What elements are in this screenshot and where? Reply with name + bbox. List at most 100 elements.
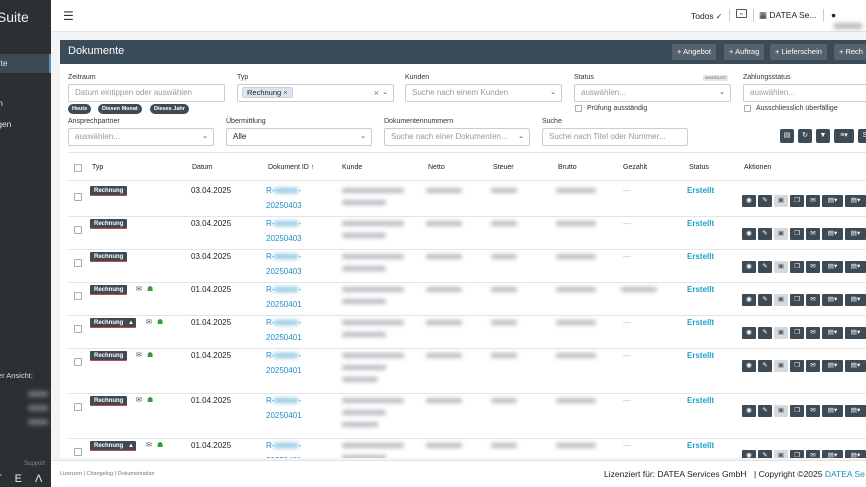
zeitraum-input[interactable]: Datum eintippen oder auswählen (68, 84, 225, 102)
lock-icon[interactable]: ▣ (774, 360, 788, 372)
company-link[interactable]: DATEA Se (825, 469, 865, 479)
new-auftrag-button[interactable]: + Auftrag (724, 44, 765, 60)
document-dropdown-icon[interactable]: ▤▾ (822, 228, 843, 240)
mail-action-icon[interactable]: ✉ (806, 195, 820, 207)
document-id-link[interactable]: R--20250401 (266, 438, 302, 458)
row-checkbox[interactable] (74, 358, 82, 366)
document-dropdown-icon[interactable]: ▤▾ (822, 294, 843, 306)
notification-icon[interactable]: ▪▪ (736, 9, 747, 18)
row-checkbox[interactable] (74, 292, 82, 300)
col-datum[interactable]: Datum (192, 164, 213, 171)
document-dropdown-icon[interactable]: ▤▾ (822, 327, 843, 339)
refresh-icon[interactable]: ↻ (798, 129, 812, 143)
edit-icon[interactable]: ✎ (758, 294, 772, 306)
copy-icon[interactable]: ❐ (790, 327, 804, 339)
mail-action-icon[interactable]: ✉ (806, 294, 820, 306)
document-dropdown-icon[interactable]: ▤▾ (822, 405, 843, 417)
zahlungsstatus-select[interactable]: auswählen... (743, 84, 866, 102)
menu-icon[interactable]: ☰ (63, 9, 74, 23)
document-dropdown-icon[interactable]: ▤▾ (822, 450, 843, 458)
mail-action-icon[interactable]: ✉ (806, 405, 820, 417)
pdf-dropdown-icon[interactable]: ▤▾ (845, 261, 866, 273)
pdf-dropdown-icon[interactable]: ▤▾ (845, 195, 866, 207)
pdf-dropdown-icon[interactable]: ▤▾ (845, 450, 866, 458)
pdf-dropdown-icon[interactable]: ▤▾ (845, 360, 866, 372)
search-input[interactable]: Suche nach Titel oder Nummer... (542, 128, 688, 146)
document-id-link[interactable]: R--20250401 (266, 282, 302, 312)
chip-remove-icon[interactable]: × (283, 88, 287, 97)
new-lieferschein-button[interactable]: + Lieferschein (770, 44, 827, 60)
edit-icon[interactable]: ✎ (758, 261, 772, 273)
col-gezahlt[interactable]: Gezahlt (623, 164, 647, 171)
edit-icon[interactable]: ✎ (758, 195, 772, 207)
user-menu[interactable]: ● (831, 10, 866, 30)
kunden-select[interactable]: Suche nach einem Kunden ⌄ (405, 84, 562, 102)
row-checkbox[interactable] (74, 193, 82, 201)
footer-links[interactable]: Lizenzen | Changelog | Dokumentation (60, 471, 155, 477)
preset-heute[interactable]: Heute (68, 104, 92, 114)
select-all-checkbox[interactable] (74, 164, 82, 172)
row-checkbox[interactable] (74, 403, 82, 411)
ueberfaellig-checkbox[interactable] (744, 105, 751, 112)
edit-icon[interactable]: ✎ (758, 228, 772, 240)
copy-icon[interactable]: ❐ (790, 450, 804, 458)
copy-icon[interactable]: ❐ (790, 294, 804, 306)
document-id-link[interactable]: R- -20250403 (266, 183, 302, 213)
col-status[interactable]: Status (689, 164, 709, 171)
ansprechpartner-select[interactable]: auswählen... ⌄ (68, 128, 214, 146)
lock-icon[interactable]: ▣ (774, 327, 788, 339)
sidebar-item-4[interactable]: llungen (0, 115, 51, 134)
lock-icon[interactable]: ▣ (774, 195, 788, 207)
document-id-link[interactable]: R--20250401 (266, 315, 302, 345)
edit-icon[interactable]: ✎ (758, 327, 772, 339)
col-typ[interactable]: Typ (92, 164, 103, 171)
document-dropdown-icon[interactable]: ▤▾ (822, 360, 843, 372)
col-kunde[interactable]: Kunde (342, 164, 362, 171)
todos-button[interactable]: Todos ✓ (691, 11, 722, 21)
lock-icon[interactable]: ▣ (774, 405, 788, 417)
copy-icon[interactable]: ❐ (790, 228, 804, 240)
edit-icon[interactable]: ✎ (758, 360, 772, 372)
document-id-link[interactable]: R--20250401 (266, 348, 302, 378)
view-icon[interactable]: ◉ (742, 360, 756, 372)
copy-icon[interactable]: ❐ (790, 195, 804, 207)
view-icon[interactable]: ◉ (742, 294, 756, 306)
company-switch[interactable]: ▦ DATEA Se... (759, 10, 817, 21)
document-id-link[interactable]: R--20250401 (266, 393, 302, 423)
document-dropdown-icon[interactable]: ▤▾ (822, 195, 843, 207)
dokumentennummern-select[interactable]: Suche nach einer Dokumenten... ⌄ (384, 128, 530, 146)
document-id-link[interactable]: R- -20250403 (266, 249, 302, 279)
lock-icon[interactable]: ▣ (774, 261, 788, 273)
copy-icon[interactable]: ❐ (790, 261, 804, 273)
new-angebot-button[interactable]: + Angebot (672, 44, 717, 60)
view-icon[interactable]: ◉ (742, 450, 756, 458)
pdf-dropdown-icon[interactable]: ▤▾ (845, 327, 866, 339)
chevron-down-icon[interactable]: ⌄ (382, 85, 388, 101)
col-dokument-id[interactable]: Dokument ID ↑ (268, 164, 314, 171)
edit-icon[interactable]: ✎ (758, 405, 772, 417)
view-icon[interactable]: ◉ (742, 261, 756, 273)
status-select[interactable]: auswählen... ⌄ (574, 84, 731, 102)
pdf-dropdown-icon[interactable]: ▤▾ (845, 228, 866, 240)
sidebar-item-5[interactable]: zer (0, 150, 51, 169)
export-icon[interactable]: ▤ (780, 129, 794, 143)
preset-monat[interactable]: Diesen Monat (98, 104, 142, 114)
row-checkbox[interactable] (74, 259, 82, 267)
mail-action-icon[interactable]: ✉ (806, 327, 820, 339)
document-id-link[interactable]: R- -20250403 (266, 216, 302, 246)
pruefung-checkbox[interactable] (575, 105, 582, 112)
edit-icon[interactable]: ✎ (758, 450, 772, 458)
sidebar-item-2[interactable]: en (0, 75, 51, 94)
mail-action-icon[interactable]: ✉ (806, 228, 820, 240)
sidebar-item-3[interactable]: ngen (0, 94, 51, 113)
view-icon[interactable]: ◉ (742, 195, 756, 207)
row-checkbox[interactable] (74, 448, 82, 456)
new-rechnung-button[interactable]: + Rech (834, 44, 866, 60)
columns-icon[interactable]: ≡▾ (834, 129, 854, 143)
col-brutto[interactable]: Brutto (558, 164, 577, 171)
sidebar-item-dokumente[interactable]: mente (0, 54, 51, 73)
filter-icon[interactable]: ▼ (816, 129, 830, 143)
copy-icon[interactable]: ❐ (790, 405, 804, 417)
mail-action-icon[interactable]: ✉ (806, 450, 820, 458)
view-icon[interactable]: ◉ (742, 405, 756, 417)
